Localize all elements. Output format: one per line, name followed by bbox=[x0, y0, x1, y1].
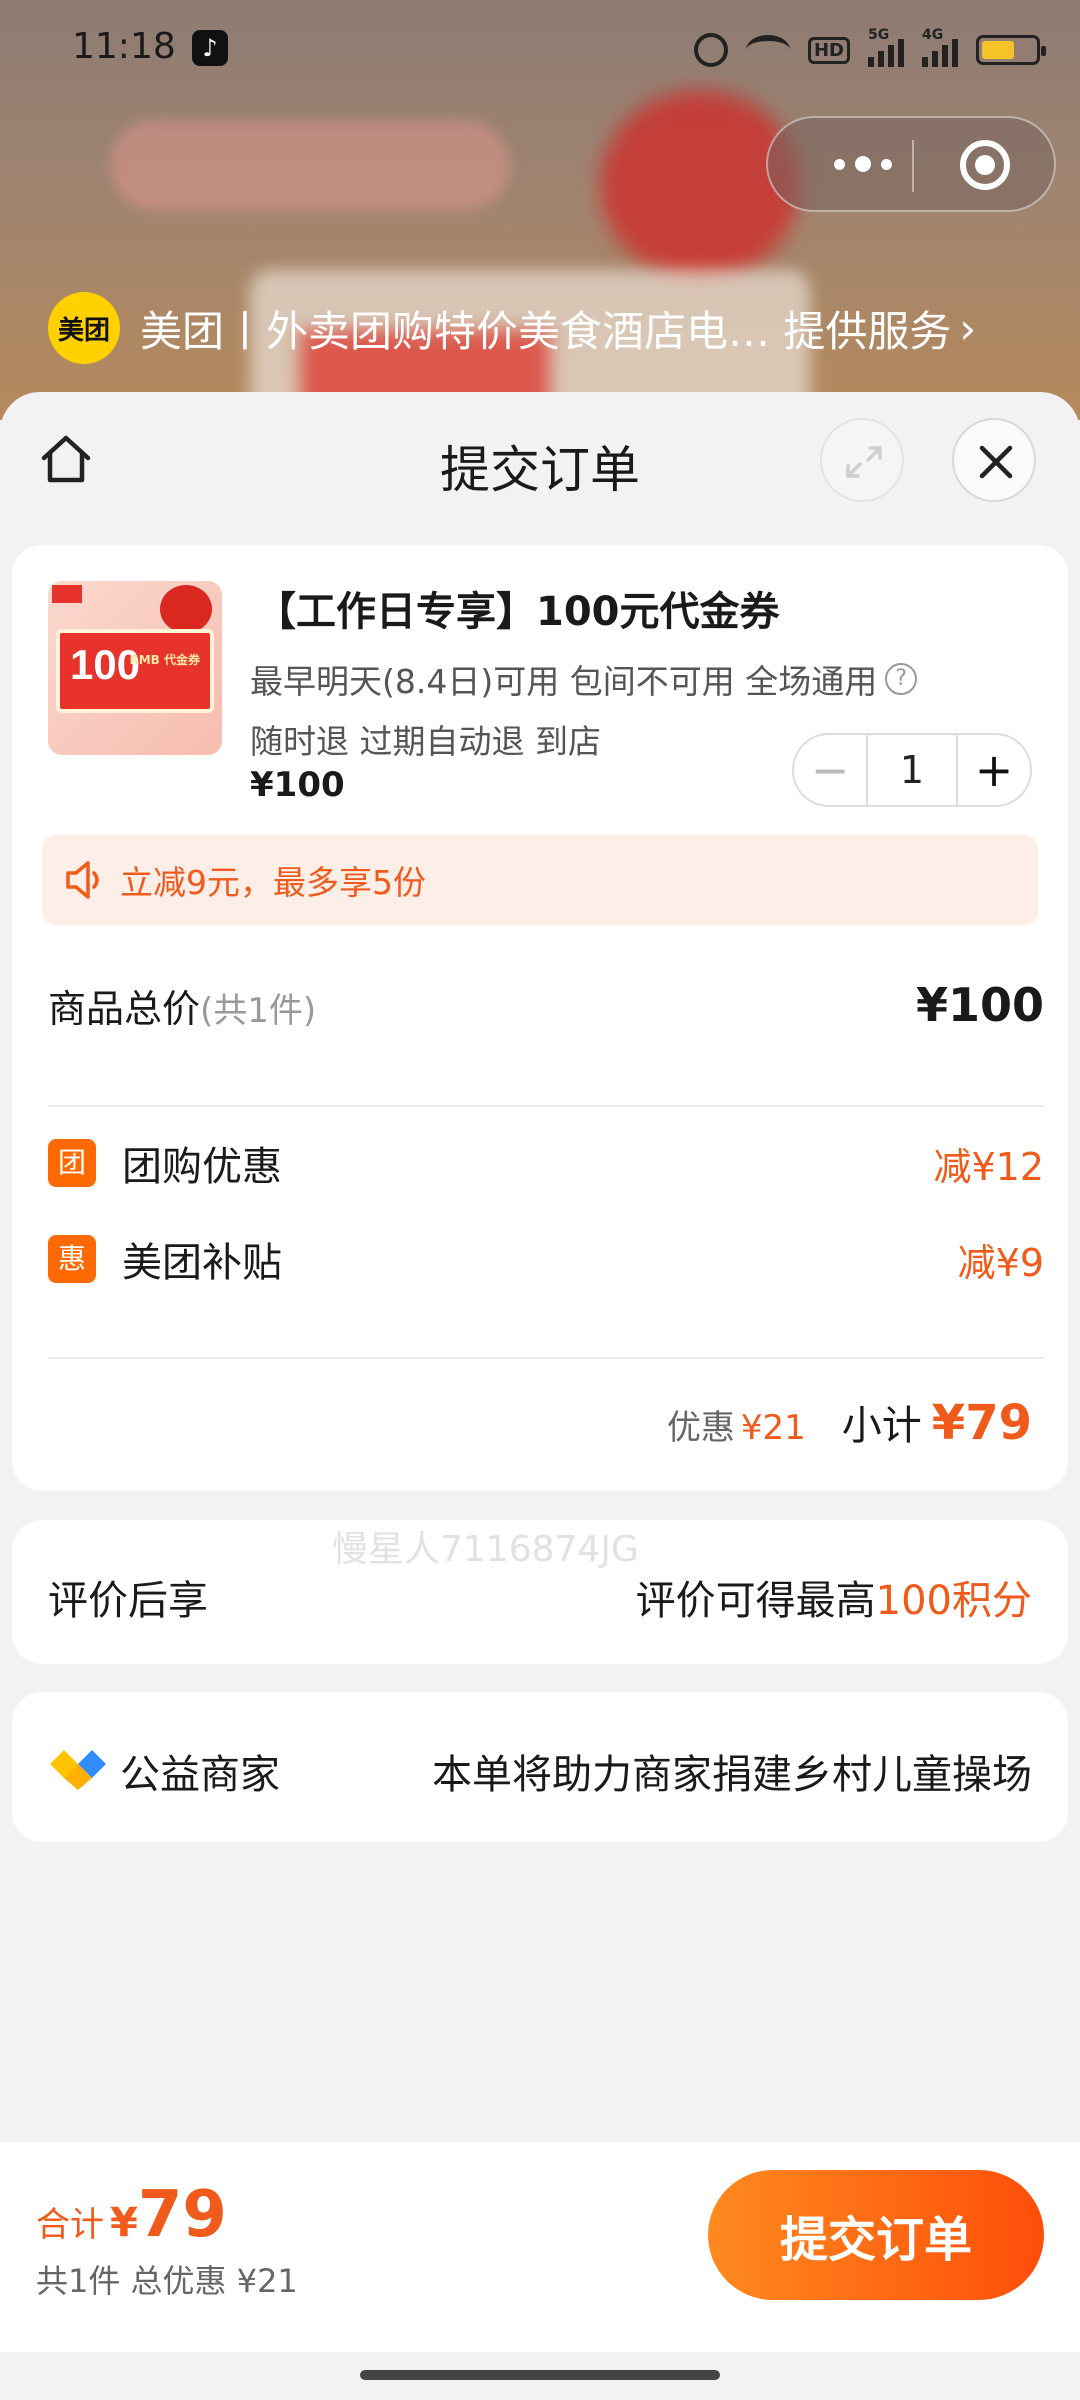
status-bar: 11:18 ♪ HD 5G 4G bbox=[0, 0, 1080, 100]
review-reward-text: 评价可得最高 bbox=[635, 1578, 876, 1624]
total-price-row: 商品总价(共1件) ¥100 bbox=[48, 955, 1044, 1055]
mascot-apple bbox=[160, 585, 212, 633]
tiktok-icon: ♪ bbox=[192, 30, 228, 66]
discount-name: 团购优惠 bbox=[122, 1144, 282, 1190]
meituan-logo: 美团 bbox=[48, 292, 120, 364]
total-price-label: 商品总价(共1件) bbox=[48, 978, 316, 1033]
discount-name: 美团补贴 bbox=[122, 1240, 282, 1286]
quantity-value[interactable]: 1 bbox=[866, 735, 958, 805]
battery-icon bbox=[976, 35, 1046, 65]
checkout-bar: 合计 ¥ 79 共1件 总优惠 ¥21 提交订单 bbox=[0, 2142, 1080, 2352]
review-reward-points: 100积分 bbox=[875, 1578, 1032, 1624]
subtotal-value: ¥79 bbox=[931, 1395, 1032, 1451]
product-info-line2: 随时退 过期自动退 到店 bbox=[250, 722, 601, 761]
grand-total-summary: 共1件 总优惠 ¥21 bbox=[36, 2262, 298, 2300]
home-indicator[interactable] bbox=[360, 2370, 720, 2380]
status-time: 11:18 bbox=[72, 26, 176, 67]
total-label-text: 商品总价 bbox=[48, 986, 201, 1031]
order-card: 100 RMB 代金券 【工作日专享】100元代金券 最早明天(8.4日)可用 … bbox=[12, 545, 1068, 1491]
expand-button[interactable] bbox=[820, 418, 904, 502]
grand-total-currency: ¥ bbox=[110, 2200, 138, 2246]
subtotal-discount-label: 优惠 bbox=[666, 1408, 735, 1448]
subtotal-discount-value: ¥21 bbox=[740, 1408, 806, 1448]
promo-banner: 立减9元，最多享5份 bbox=[42, 835, 1038, 925]
more-icon[interactable] bbox=[808, 118, 918, 210]
grand-total: 合计 ¥ 79 bbox=[36, 2178, 227, 2252]
promo-text: 立减9元，最多享5份 bbox=[120, 863, 426, 902]
signal-5g-icon: 5G bbox=[868, 27, 904, 67]
help-icon[interactable]: ? bbox=[885, 663, 918, 695]
groupbuy-badge-icon: 团 bbox=[48, 1139, 96, 1187]
status-icons: HD 5G 4G bbox=[693, 27, 1046, 70]
provider-text: 美团丨外卖团购特价美食酒店电… 提供服务 bbox=[140, 306, 952, 356]
page-title: 提交订单 bbox=[440, 441, 640, 499]
capsule-divider bbox=[912, 140, 914, 192]
charity-description: 本单将助力商家捐建乡村儿童操场 bbox=[432, 1752, 1032, 1798]
grand-total-label: 合计 bbox=[36, 2205, 104, 2245]
discount-value: 减¥12 bbox=[933, 1144, 1044, 1189]
quantity-stepper: − 1 + bbox=[792, 733, 1032, 807]
product-info-text: 最早明天(8.4日)可用 包间不可用 全场通用 bbox=[250, 662, 878, 701]
decrease-button[interactable]: − bbox=[794, 735, 866, 805]
review-reward: 评价可得最高100积分 bbox=[636, 1568, 1032, 1626]
signal-4g-icon: 4G bbox=[922, 27, 958, 67]
product-info-line1: 最早明天(8.4日)可用 包间不可用 全场通用 ? bbox=[250, 655, 918, 703]
discount-value: 减¥9 bbox=[957, 1240, 1044, 1285]
grand-total-value: 79 bbox=[137, 2178, 227, 2252]
speaker-icon bbox=[66, 861, 99, 899]
chevron-right-icon: › bbox=[959, 303, 977, 353]
close-miniprogram-icon[interactable] bbox=[960, 140, 1010, 190]
close-icon bbox=[979, 445, 1013, 479]
sheet-header: 提交订单 bbox=[0, 392, 1080, 542]
subsidy-badge-icon: 惠 bbox=[48, 1235, 96, 1283]
subtotal-label: 小计 bbox=[841, 1403, 922, 1449]
charity-heart-icon bbox=[50, 1750, 106, 1790]
blur-shape bbox=[110, 120, 510, 210]
charity-label: 公益商家 bbox=[120, 1752, 280, 1798]
discount-row-subsidy: 惠 美团补贴 减¥9 bbox=[48, 1229, 1044, 1289]
alarm-icon bbox=[693, 33, 728, 67]
wifi-icon bbox=[745, 35, 790, 65]
total-count: (共1件) bbox=[200, 990, 317, 1031]
hd-icon: HD bbox=[807, 36, 850, 64]
charity-card[interactable]: 公益商家 本单将助力商家捐建乡村儿童操场 bbox=[12, 1692, 1068, 1842]
close-button[interactable] bbox=[952, 418, 1036, 502]
total-price-value: ¥100 bbox=[915, 978, 1044, 1032]
provider-line[interactable]: 美团 美团丨外卖团购特价美食酒店电… 提供服务 › bbox=[48, 292, 976, 364]
product-image: 100 RMB 代金券 bbox=[48, 581, 222, 755]
product-price: ¥100 bbox=[250, 765, 345, 805]
order-sheet: 提交订单 100 RMB 代金券 【工作日专享】100元代金券 最早明天(8.4… bbox=[0, 392, 1080, 2400]
brand-tag bbox=[52, 585, 82, 603]
subtotal-row: 优惠 ¥21 小计 ¥79 bbox=[667, 1393, 1032, 1451]
discount-row-groupbuy: 团 团购优惠 减¥12 bbox=[48, 1133, 1044, 1193]
expand-icon bbox=[846, 446, 882, 478]
watermark: 慢星人7116874JG bbox=[332, 1529, 639, 1570]
review-label: 评价后享 bbox=[48, 1578, 208, 1624]
miniprogram-capsule bbox=[766, 116, 1056, 212]
product-title: 【工作日专享】100元代金券 bbox=[256, 589, 780, 635]
increase-button[interactable]: + bbox=[958, 735, 1030, 805]
submit-order-button[interactable]: 提交订单 bbox=[708, 2170, 1044, 2300]
divider bbox=[48, 1357, 1044, 1359]
coupon-label: RMB 代金券 bbox=[129, 653, 200, 667]
coupon-graphic: 100 RMB 代金券 bbox=[56, 629, 214, 713]
divider bbox=[48, 1105, 1044, 1107]
